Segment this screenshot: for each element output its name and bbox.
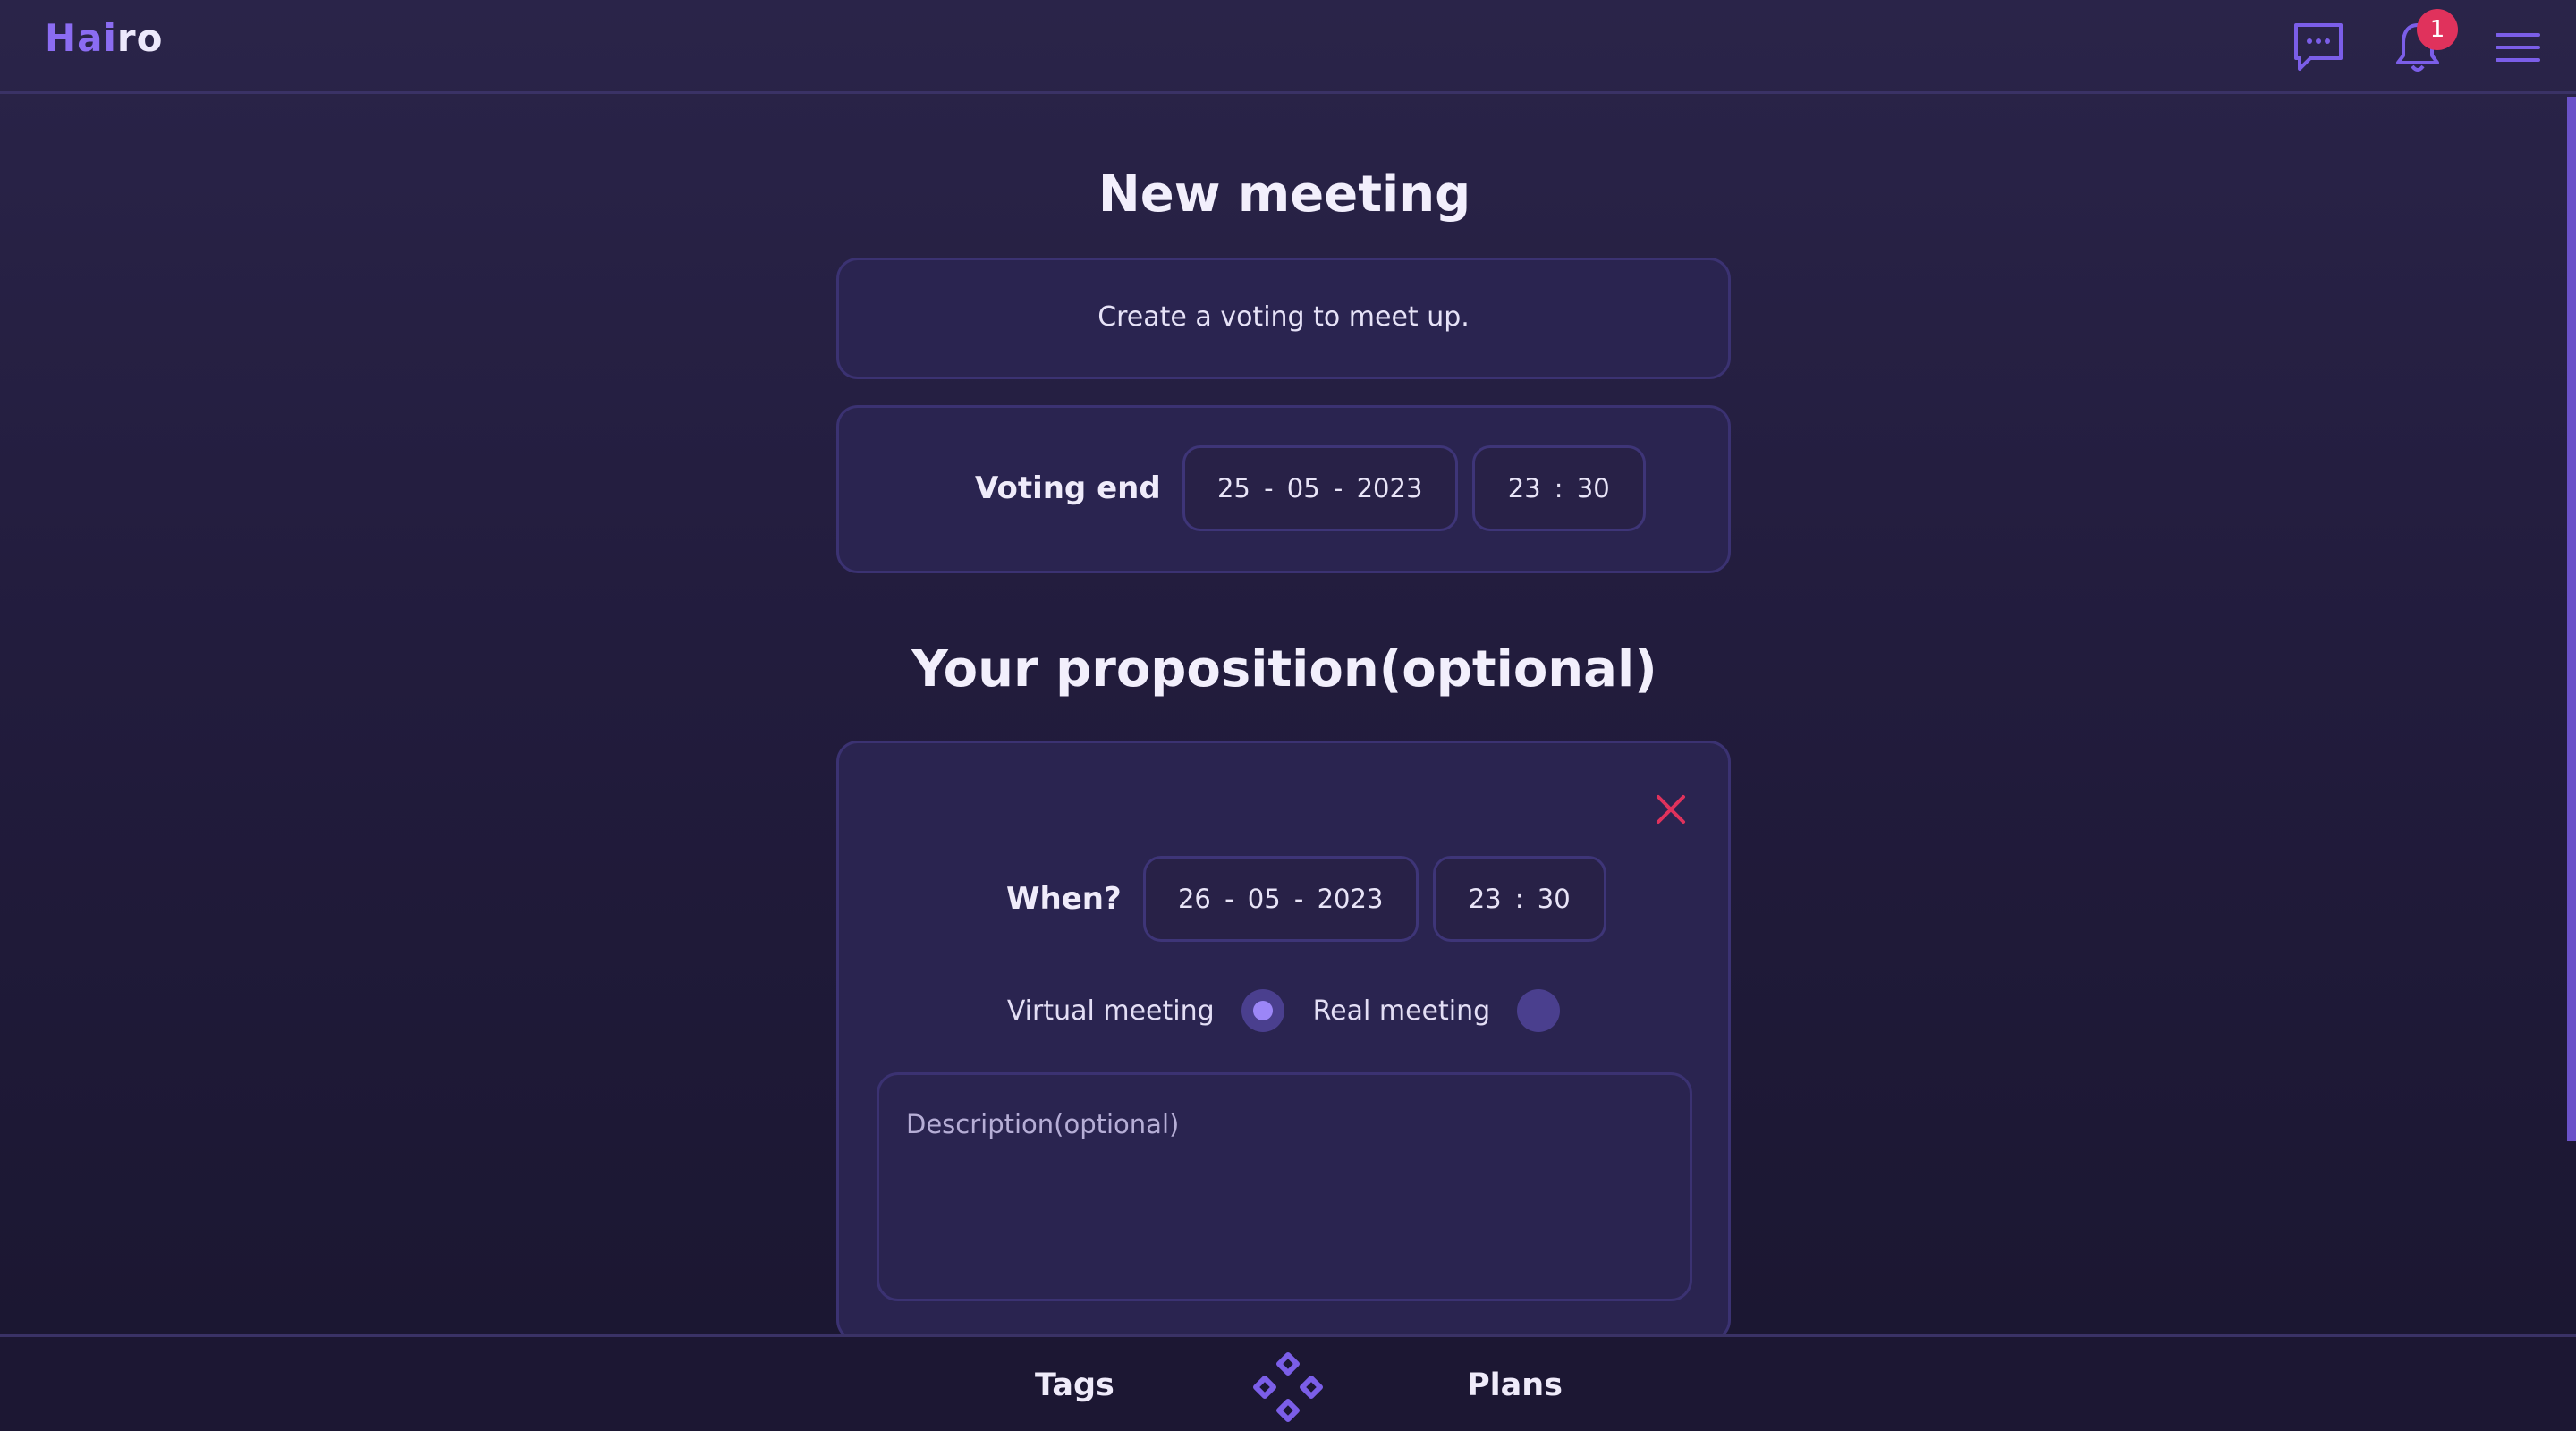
logo[interactable]: Hairo [45, 16, 163, 60]
when-date-input[interactable]: 26 - 05 - 2023 [1142, 856, 1419, 942]
voting-end-card: Voting end 25 - 05 - 2023 23 : 30 [836, 405, 1731, 573]
when-time-input[interactable]: 23 : 30 [1432, 856, 1606, 942]
when-row: When? 26 - 05 - 2023 23 : 30 [1006, 856, 1621, 942]
scrollbar-thumb[interactable] [2567, 97, 2576, 1141]
virtual-meeting-radio[interactable] [1241, 989, 1284, 1032]
home-logo-icon[interactable] [1252, 1351, 1324, 1423]
virtual-meeting-label: Virtual meeting [1006, 995, 1215, 1027]
when-label: When? [1006, 881, 1122, 917]
bottom-nav: Tags Plans [0, 1334, 2576, 1431]
voting-end-row: Voting end 25 - 05 - 2023 23 : 30 [975, 445, 1660, 531]
description-field[interactable]: Description(optional) [877, 1072, 1692, 1301]
real-meeting-label: Real meeting [1312, 995, 1491, 1027]
menu-icon[interactable] [2487, 16, 2549, 79]
radio-selected-dot [1252, 1001, 1273, 1020]
voting-end-time-input[interactable]: 23 : 30 [1471, 445, 1646, 531]
subtitle-card: Create a voting to meet up. [836, 258, 1731, 379]
real-meeting-radio[interactable] [1517, 989, 1561, 1032]
page-subtitle: Create a voting to meet up. [1097, 301, 1470, 333]
voting-end-label: Voting end [975, 470, 1161, 506]
voting-end-date-input[interactable]: 25 - 05 - 2023 [1182, 445, 1458, 531]
notification-badge: 1 [2417, 9, 2458, 50]
page-title: New meeting [1097, 165, 1471, 224]
close-icon[interactable] [1651, 790, 1690, 829]
tags-nav-item[interactable]: Tags [1035, 1367, 1114, 1403]
proposition-title: Your proposition(optional) [911, 640, 1657, 699]
meeting-type-selector: Virtual meeting Real meeting [839, 989, 1728, 1032]
chat-icon[interactable] [2287, 16, 2350, 79]
proposition-card: When? 26 - 05 - 2023 23 : 30 Virtual mee… [836, 741, 1731, 1342]
top-bar: Hairo 1 [0, 0, 2576, 94]
plans-nav-item[interactable]: Plans [1467, 1367, 1563, 1403]
